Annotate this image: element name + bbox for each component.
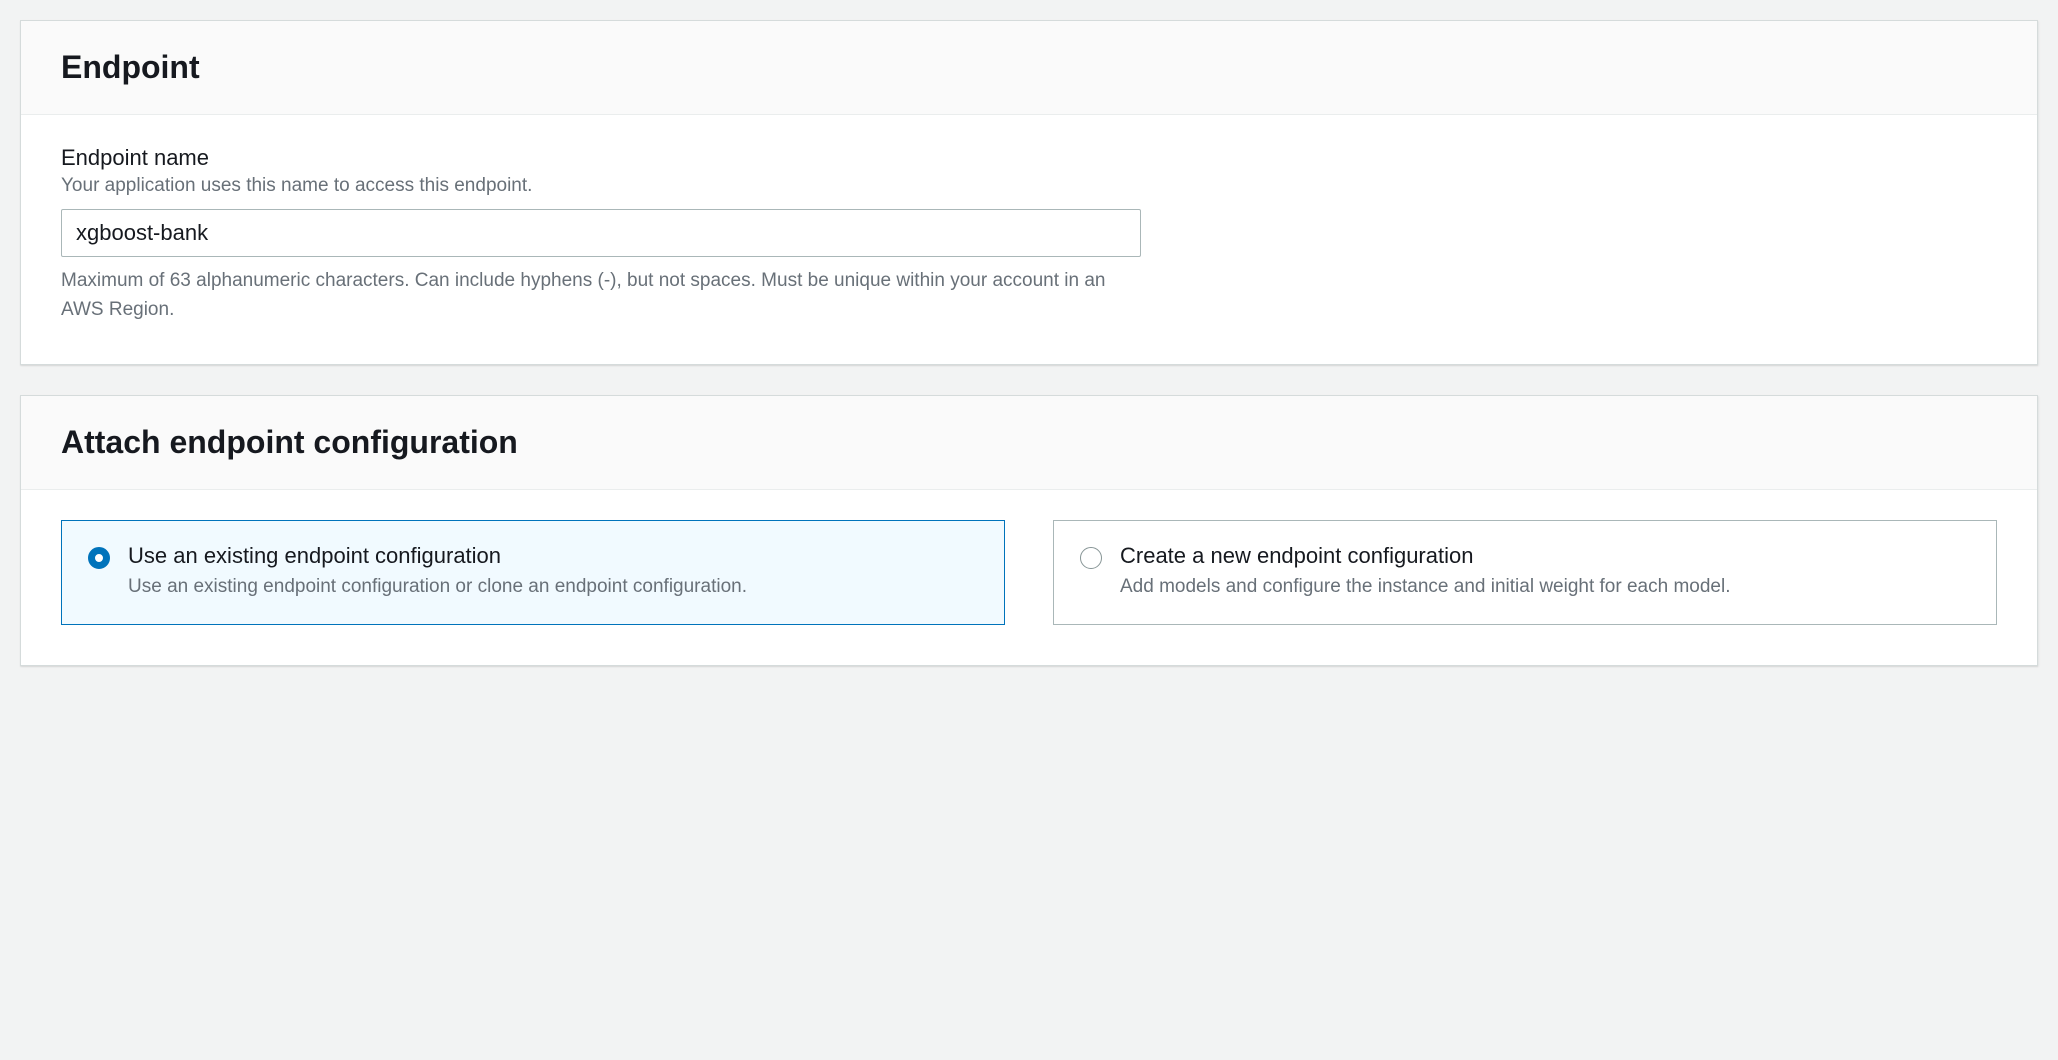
endpoint-name-description: Your application uses this name to acces… xyxy=(61,175,1997,197)
radio-icon xyxy=(88,547,110,569)
attach-config-panel-body: Use an existing endpoint configuration U… xyxy=(21,490,2037,665)
option-use-existing-content: Use an existing endpoint configuration U… xyxy=(128,543,978,602)
radio-icon xyxy=(1080,547,1102,569)
endpoint-name-constraint: Maximum of 63 alphanumeric characters. C… xyxy=(61,267,1141,324)
endpoint-panel-header: Endpoint xyxy=(21,21,2037,115)
endpoint-name-label: Endpoint name xyxy=(61,145,1997,171)
option-create-new-content: Create a new endpoint configuration Add … xyxy=(1120,543,1970,602)
option-use-existing[interactable]: Use an existing endpoint configuration U… xyxy=(61,520,1005,625)
endpoint-panel-body: Endpoint name Your application uses this… xyxy=(21,115,2037,364)
attach-config-panel-title: Attach endpoint configuration xyxy=(61,424,1997,461)
endpoint-panel-title: Endpoint xyxy=(61,49,1997,86)
option-use-existing-description: Use an existing endpoint configuration o… xyxy=(128,573,978,602)
attach-config-panel-header: Attach endpoint configuration xyxy=(21,396,2037,490)
option-create-new-description: Add models and configure the instance an… xyxy=(1120,573,1970,602)
endpoint-panel: Endpoint Endpoint name Your application … xyxy=(20,20,2038,365)
endpoint-name-input[interactable] xyxy=(61,209,1141,257)
option-create-new-title: Create a new endpoint configuration xyxy=(1120,543,1970,569)
option-create-new[interactable]: Create a new endpoint configuration Add … xyxy=(1053,520,1997,625)
config-option-tiles: Use an existing endpoint configuration U… xyxy=(61,520,1997,625)
attach-config-panel: Attach endpoint configuration Use an exi… xyxy=(20,395,2038,666)
option-use-existing-title: Use an existing endpoint configuration xyxy=(128,543,978,569)
